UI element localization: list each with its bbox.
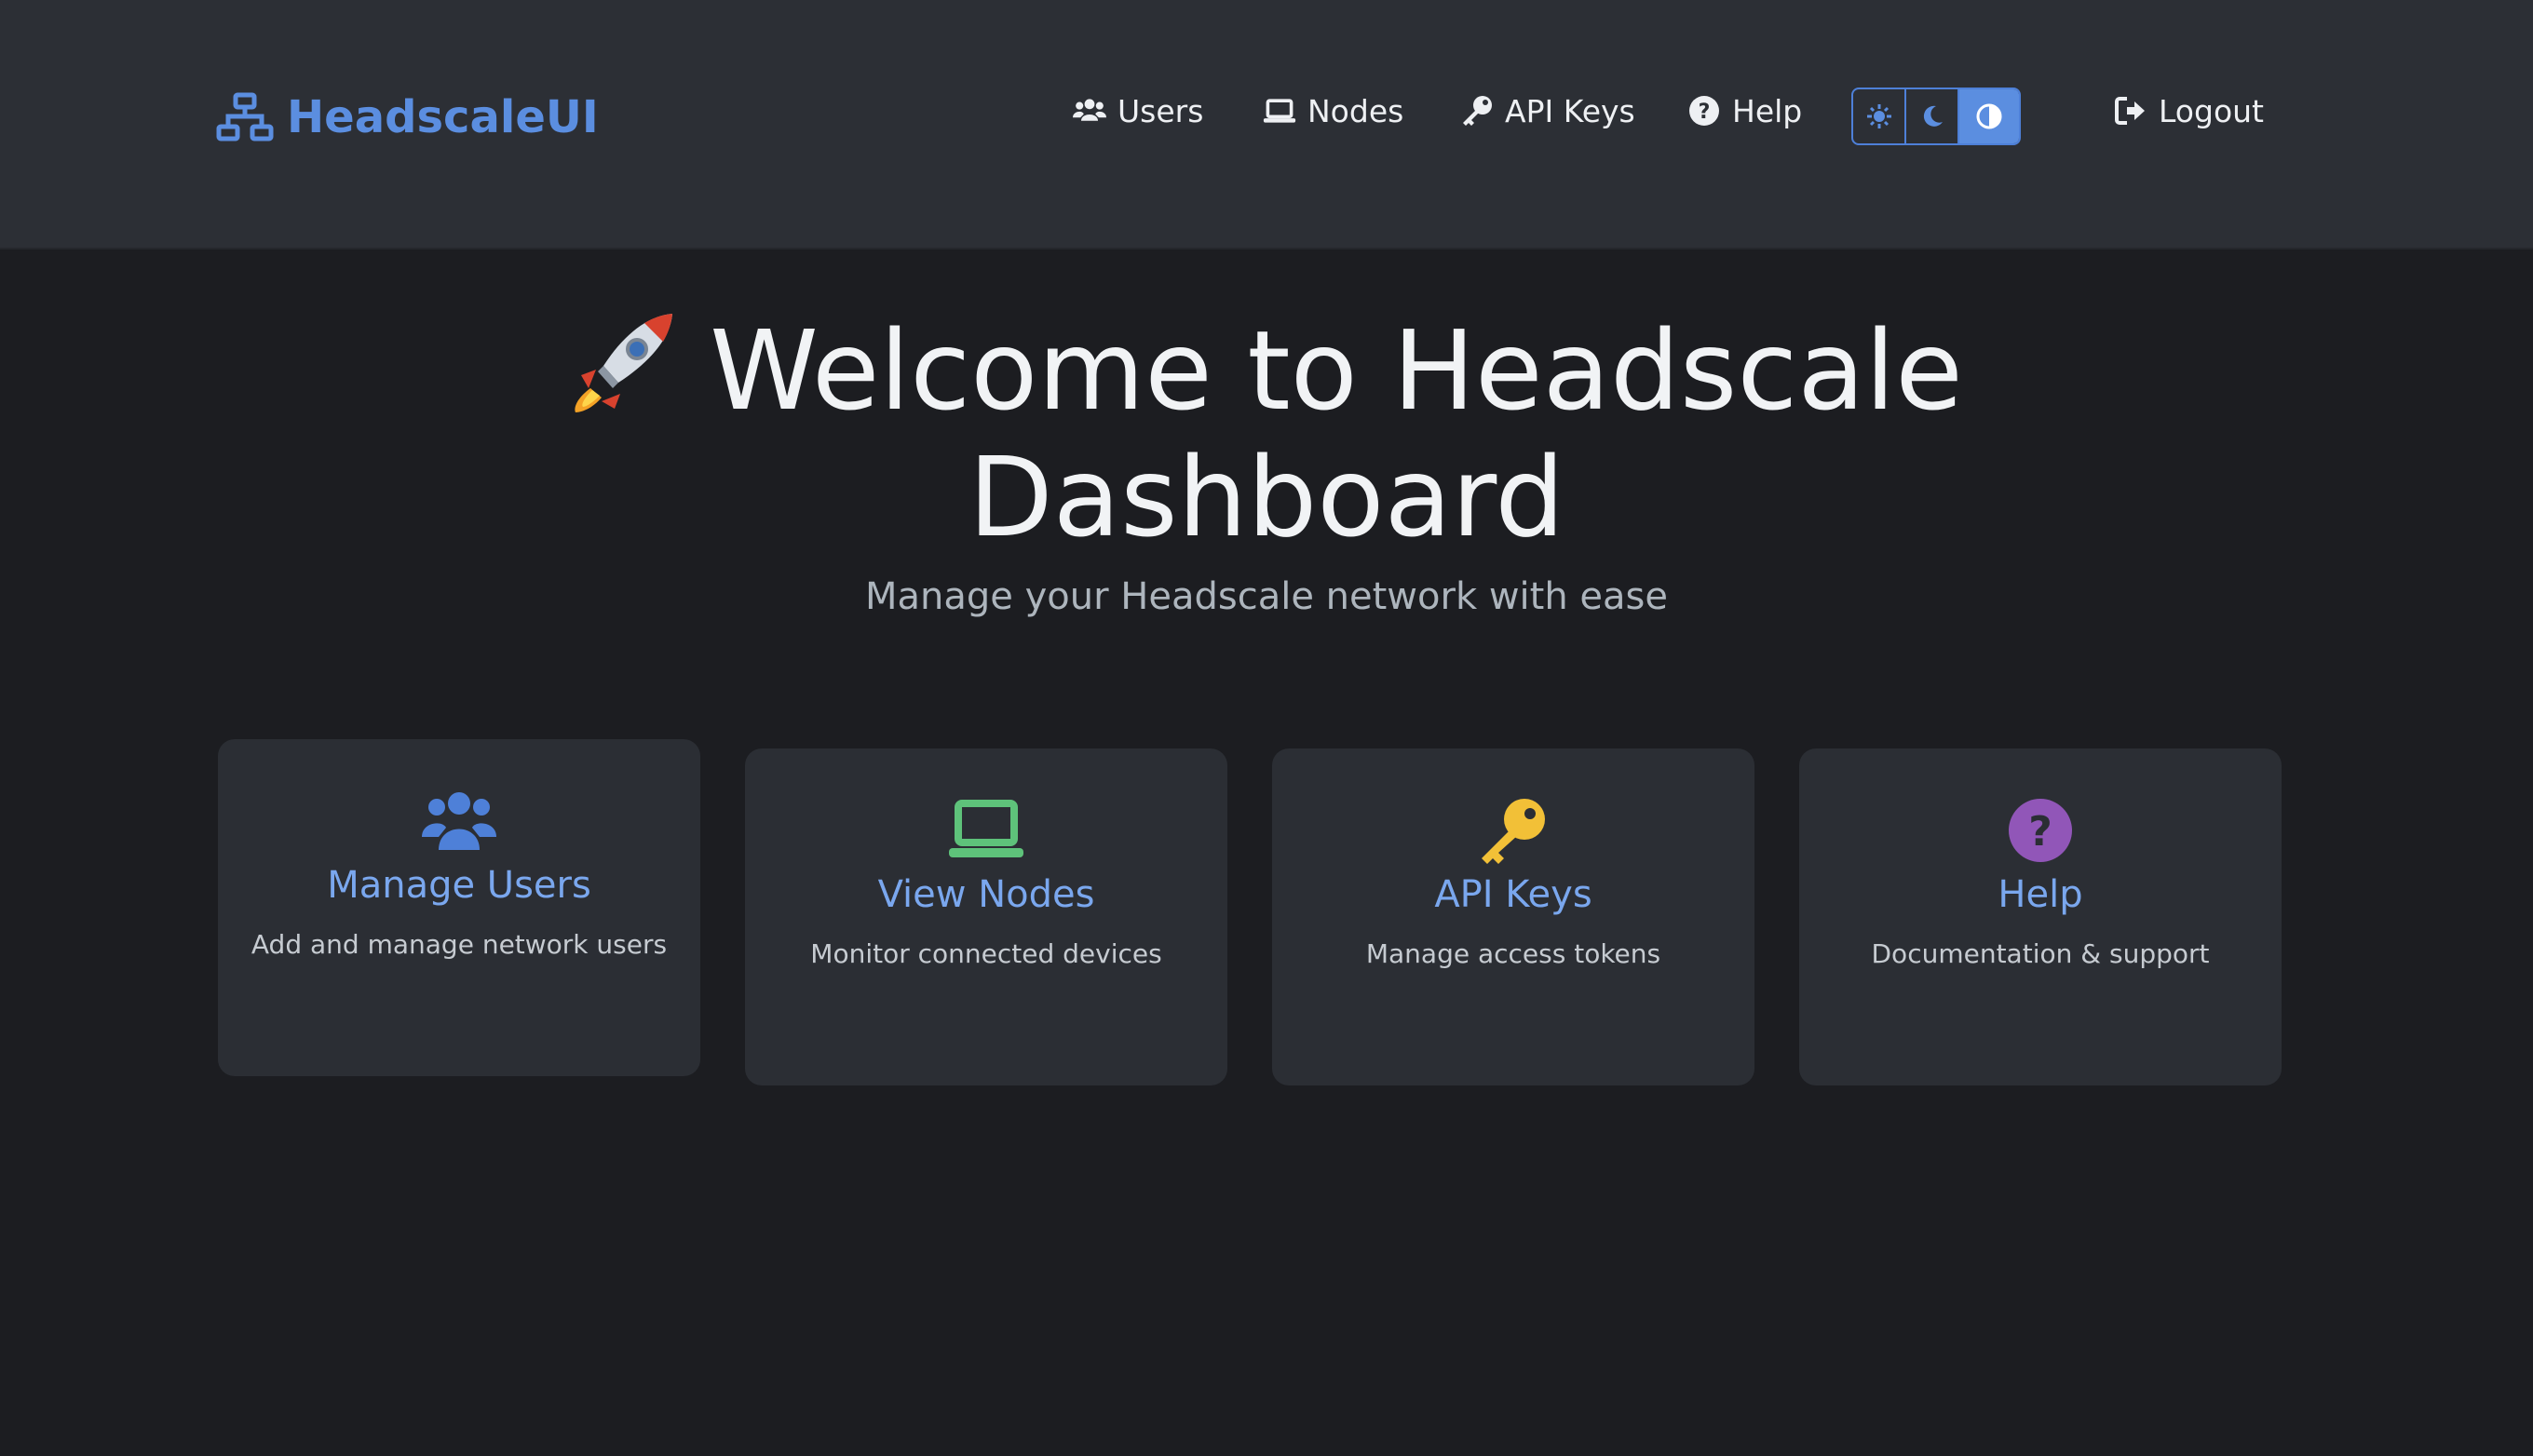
card-api-keys[interactable]: API Keys Manage access tokens [1272, 748, 1754, 1085]
card-title: View Nodes [877, 873, 1095, 916]
title-line-1-text: Welcome to Headscale [710, 306, 1963, 435]
card-icon-wrap: ? [1799, 793, 2282, 868]
users-icon [422, 792, 496, 850]
svg-text:?: ? [1699, 101, 1711, 124]
title-line-1: Welcome to Headscale [0, 307, 2533, 434]
network-icon [216, 92, 274, 142]
nav-help[interactable]: ? Help [1687, 88, 1802, 134]
question-circle-icon: ? [1689, 96, 1719, 126]
nav-logout-label: Logout [2159, 92, 2264, 129]
card-icon-wrap [745, 793, 1227, 868]
card-view-nodes[interactable]: View Nodes Monitor connected devices [745, 748, 1227, 1085]
nav-nodes[interactable]: Nodes [1263, 88, 1403, 134]
logout-icon [2115, 97, 2145, 125]
title-line-2: Dashboard [968, 433, 1565, 561]
card-icon-wrap [218, 784, 700, 858]
nav-help-label: Help [1732, 92, 1803, 129]
card-title: Help [1998, 873, 2083, 916]
page-subtitle: Manage your Headscale network with ease [865, 575, 1668, 618]
key-icon [1463, 96, 1492, 126]
brand-name: HeadscaleUI [287, 91, 599, 143]
nav-nodes-label: Nodes [1307, 92, 1404, 129]
card-description: Monitor connected devices [810, 938, 1162, 969]
nav-users-label: Users [1118, 92, 1204, 129]
card-title: Manage Users [327, 864, 591, 907]
laptop-icon [949, 800, 1023, 857]
card-description: Add and manage network users [251, 929, 668, 960]
theme-auto-button[interactable] [1957, 89, 2019, 143]
laptop-icon [1263, 99, 1296, 123]
card-manage-users[interactable]: Manage Users Add and manage network user… [218, 739, 700, 1076]
theme-toggle-group [1851, 88, 2021, 145]
card-description: Manage access tokens [1365, 938, 1661, 969]
nav-logout[interactable]: Logout [2114, 88, 2264, 134]
card-description: Documentation & support [1871, 938, 2210, 969]
theme-light-button[interactable] [1853, 89, 1904, 143]
key-icon [1482, 799, 1545, 864]
contrast-icon [1976, 103, 2002, 129]
brand-link[interactable]: HeadscaleUI [216, 88, 599, 147]
nav-users[interactable]: Users [1073, 88, 1203, 134]
question-circle-icon: ? [2009, 799, 2072, 862]
rocket-icon [575, 314, 673, 412]
moon-icon [1923, 105, 1943, 127]
card-icon-wrap [1272, 793, 1754, 868]
card-title: API Keys [1434, 873, 1592, 916]
nav-api-keys-label: API Keys [1505, 92, 1635, 129]
card-help[interactable]: ? Help Documentation & support [1799, 748, 2282, 1085]
svg-text:?: ? [2028, 808, 2052, 856]
nav-api-keys[interactable]: API Keys [1460, 88, 1635, 134]
top-navbar: HeadscaleUI Users Nodes API Keys ? Help [0, 0, 2533, 249]
page-title: Welcome to Headscale Dashboard [0, 307, 2533, 560]
users-icon [1073, 99, 1106, 121]
theme-dark-button[interactable] [1904, 89, 1957, 143]
sun-icon [1866, 104, 1891, 128]
